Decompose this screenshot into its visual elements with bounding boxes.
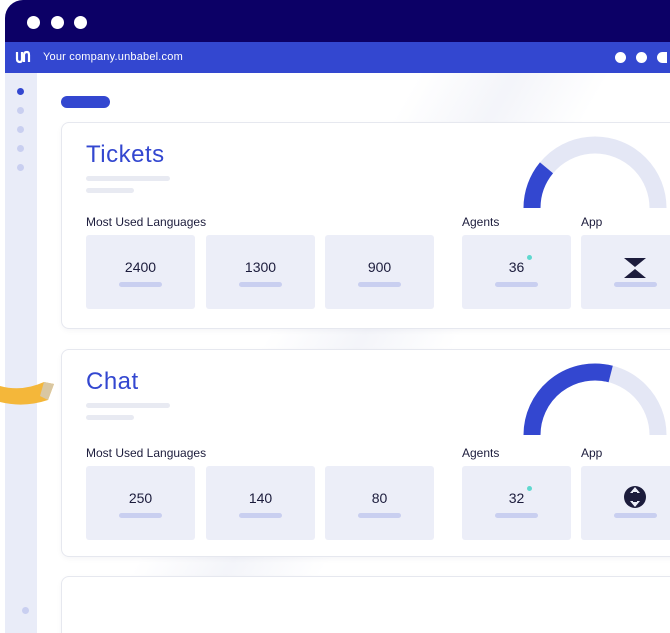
status-dot (527, 486, 532, 491)
language-tile[interactable]: 80 (325, 466, 434, 540)
main-content: Tickets Most Used Languages Agents App 2… (37, 73, 670, 633)
tile-value: 250 (128, 490, 153, 506)
language-tile[interactable]: 140 (206, 466, 315, 540)
placeholder-line (86, 415, 134, 420)
sidebar-item-3[interactable] (17, 126, 24, 133)
chat-card: Chat Most Used Languages Agents App 250 … (61, 349, 670, 557)
section-label: App (581, 446, 603, 460)
language-tile[interactable]: 2400 (86, 235, 195, 309)
sidebar-item-1[interactable] (17, 88, 24, 95)
language-tile[interactable]: 900 (325, 235, 434, 309)
section-label: App (581, 215, 603, 229)
language-tile[interactable]: 250 (86, 466, 195, 540)
tile-value: 1300 (244, 259, 277, 275)
decorative-ribbon (0, 382, 54, 405)
placeholder-line (86, 176, 170, 181)
tile-bar (239, 282, 282, 287)
url-text[interactable]: Your company.unbabel.com (43, 42, 183, 73)
tile-value: 900 (367, 259, 392, 275)
tickets-card: Tickets Most Used Languages Agents App 2… (61, 122, 670, 329)
tile-bar (358, 282, 401, 287)
tile-value: 32 (508, 490, 525, 506)
tile-bar (119, 513, 162, 518)
agents-tile[interactable]: 36 (462, 235, 571, 309)
section-label: Most Used Languages (86, 215, 207, 229)
section-label: Most Used Languages (86, 446, 207, 460)
tile-value: 80 (371, 490, 388, 506)
chat-gauge (523, 363, 667, 436)
sidebar-item-4[interactable] (17, 145, 24, 152)
menu-dot-1[interactable] (615, 52, 626, 63)
placeholder-line (86, 403, 170, 408)
window-dot-3[interactable] (74, 16, 87, 29)
app-tile[interactable] (581, 466, 670, 540)
tile-bar (358, 513, 401, 518)
tile-bar (614, 513, 657, 518)
window-dot-1[interactable] (27, 16, 40, 29)
tickets-gauge (523, 136, 667, 209)
sidebar (5, 73, 37, 633)
card-title: Tickets (86, 141, 165, 168)
app-tile[interactable] (581, 235, 670, 309)
title-bar (5, 0, 670, 42)
placeholder-line (86, 188, 134, 193)
window-dot-2[interactable] (51, 16, 64, 29)
browser-window: Your company.unbabel.com Tickets Most Us… (5, 0, 670, 633)
unbabel-logo-icon (15, 49, 31, 65)
tile-value: 140 (248, 490, 273, 506)
status-dot (527, 255, 532, 260)
card-title: Chat (86, 368, 139, 395)
tile-value: 2400 (124, 259, 157, 275)
tile-value: 36 (508, 259, 525, 275)
section-label: Agents (462, 215, 500, 229)
tile-bar (495, 282, 538, 287)
sidebar-bottom-item[interactable] (22, 607, 29, 614)
menu-dot-3[interactable] (657, 52, 667, 63)
chat-app-icon (624, 486, 646, 508)
tile-bar (239, 513, 282, 518)
agents-tile[interactable]: 32 (462, 466, 571, 540)
zendesk-icon (624, 258, 646, 278)
section-label: Agents (462, 446, 500, 460)
tile-bar (119, 282, 162, 287)
empty-card (61, 576, 670, 633)
sidebar-item-5[interactable] (17, 164, 24, 171)
language-tile[interactable]: 1300 (206, 235, 315, 309)
menu-dot-2[interactable] (636, 52, 647, 63)
tile-bar (614, 282, 657, 287)
address-bar: Your company.unbabel.com (5, 42, 670, 73)
sidebar-item-2[interactable] (17, 107, 24, 114)
tile-bar (495, 513, 538, 518)
header-pill (61, 96, 110, 108)
